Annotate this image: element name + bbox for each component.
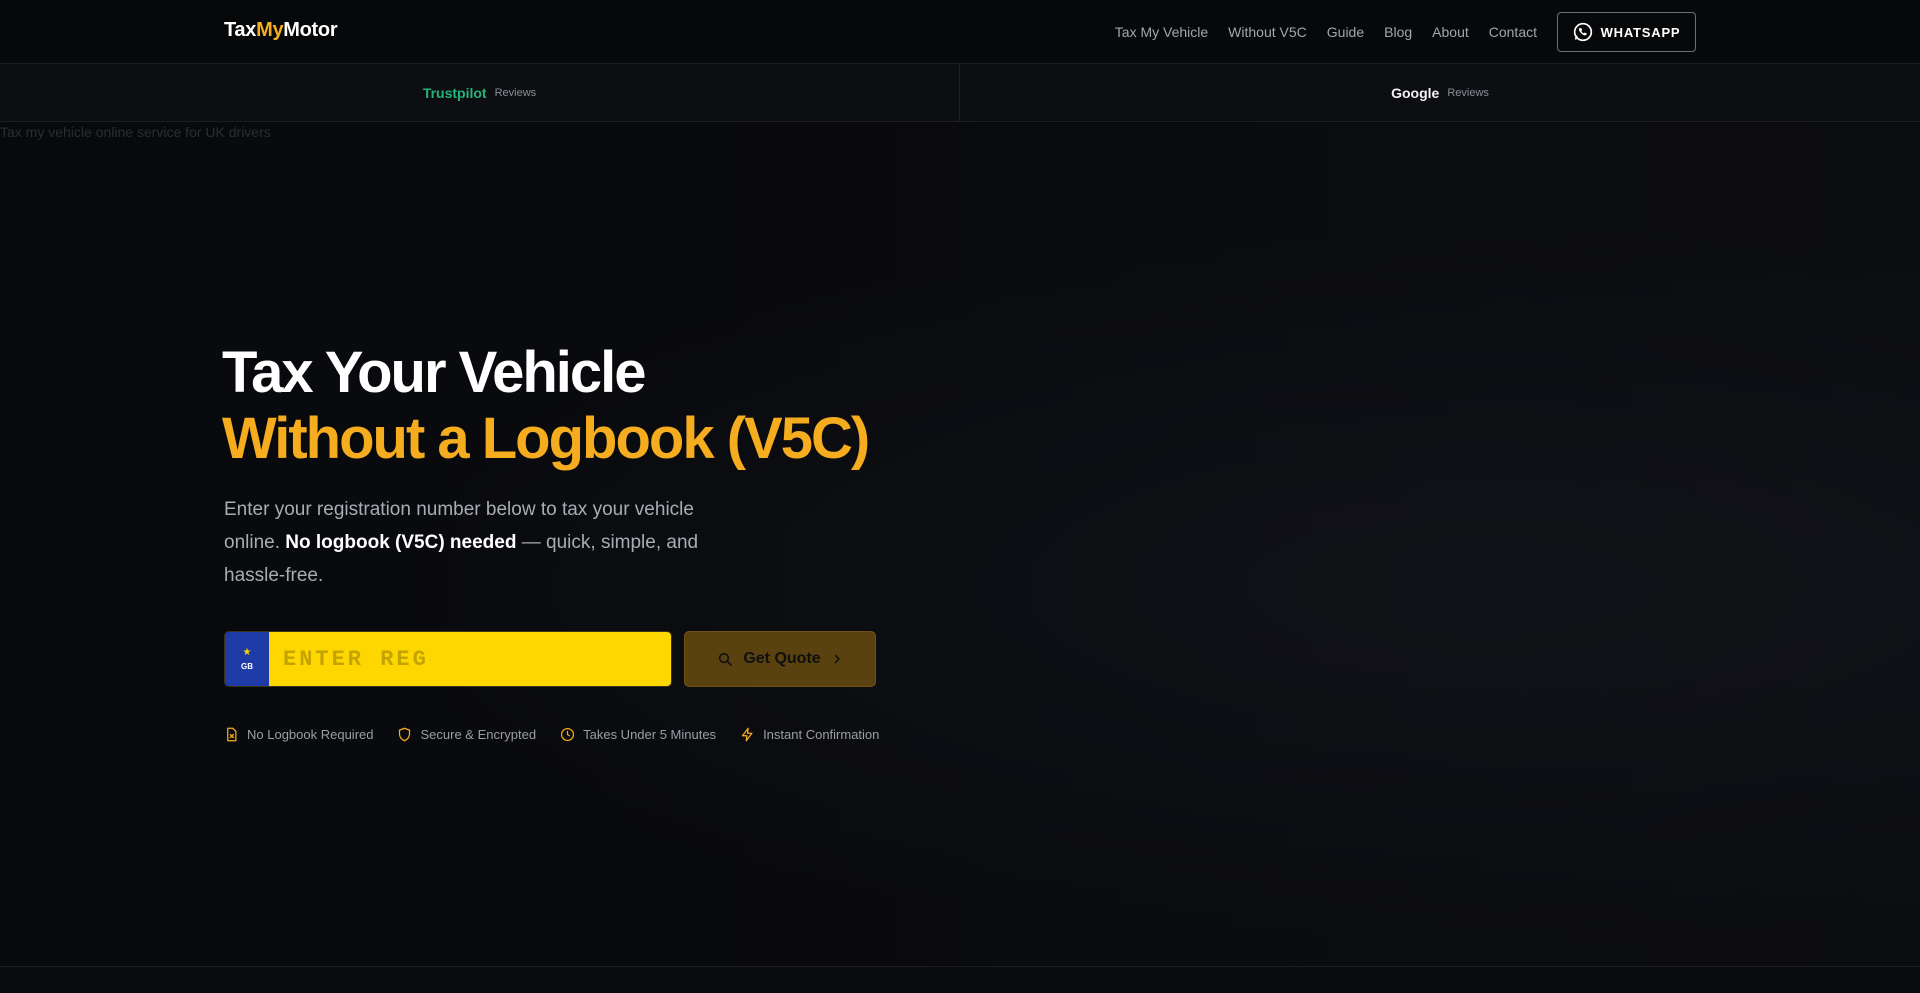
feature-label: Instant Confirmation [763,727,880,742]
trustpilot-name: Trustpilot [422,85,487,101]
nav-link-without-v5c[interactable]: Without V5C [1228,24,1307,40]
hero-title: Tax Your Vehicle Without a Logbook (V5C) [222,340,870,472]
nav-link-guide[interactable]: Guide [1327,24,1364,40]
gb-plate-badge: ★ GB [225,632,269,686]
logo[interactable]: TaxMyMotor [224,19,338,42]
hero-title-line1: Tax Your Vehicle [222,340,647,405]
whatsapp-button[interactable]: WHATSAPP [1557,12,1696,52]
shield-icon [399,727,411,742]
whatsapp-label: WHATSAPP [1600,24,1681,40]
hero-image-alt-text: Tax my vehicle online service for UK dri… [0,124,271,140]
feature-speed: Takes Under 5 Minutes [560,727,716,742]
logo-part-tax: Tax [224,19,257,41]
chevron-right-icon [834,654,840,664]
review-google[interactable]: Google Reviews [960,64,1920,122]
document-x-icon [227,727,237,742]
get-quote-label: Get Quote [743,650,821,667]
feature-secure: Secure & Encrypted [397,727,536,742]
google-name: Google [1391,85,1440,101]
logo-part-motor: Motor [283,19,338,41]
eu-star-icon: ★ [242,646,252,658]
feature-label: Takes Under 5 Minutes [583,727,717,742]
next-section [0,967,1920,993]
nav-link-contact[interactable]: Contact [1489,24,1537,40]
nav-link-about[interactable]: About [1432,24,1469,40]
gb-country-code: GB [241,661,253,671]
nav-link-tax-my-vehicle[interactable]: Tax My Vehicle [1115,24,1208,40]
registration-input[interactable] [269,632,671,686]
hero-subtitle-bold: No logbook (V5C) needed [285,532,517,553]
registration-plate-field: ★ GB [224,631,672,687]
logo-part-my: My [256,19,284,41]
review-bar: Trustpilot Reviews Google Reviews [0,64,1920,122]
feature-list: No Logbook Required Secure & Encrypted T… [224,727,903,742]
nav-link-blog[interactable]: Blog [1384,24,1412,40]
hero-title-line2: Without a Logbook (V5C) [222,406,870,471]
hero-subtitle: Enter your registration number below to … [224,493,724,592]
nav-links: Tax My Vehicle Without V5C Guide Blog Ab… [1115,0,1920,64]
feature-label: No Logbook Required [247,727,374,742]
get-quote-button[interactable]: Get Quote [684,631,876,687]
trustpilot-reviews-label: Reviews [494,87,537,99]
lightning-icon [741,727,753,742]
clock-icon [561,727,575,742]
feature-label: Secure & Encrypted [420,727,537,742]
whatsapp-icon [1573,22,1592,42]
search-icon [719,652,733,666]
navbar: TaxMyMotor Tax My Vehicle Without V5C Gu… [0,0,1920,64]
feature-no-logbook: No Logbook Required [224,727,373,742]
review-trustpilot[interactable]: Trustpilot Reviews [0,64,960,122]
feature-instant: Instant Confirmation [740,727,879,742]
google-reviews-label: Reviews [1447,87,1489,99]
